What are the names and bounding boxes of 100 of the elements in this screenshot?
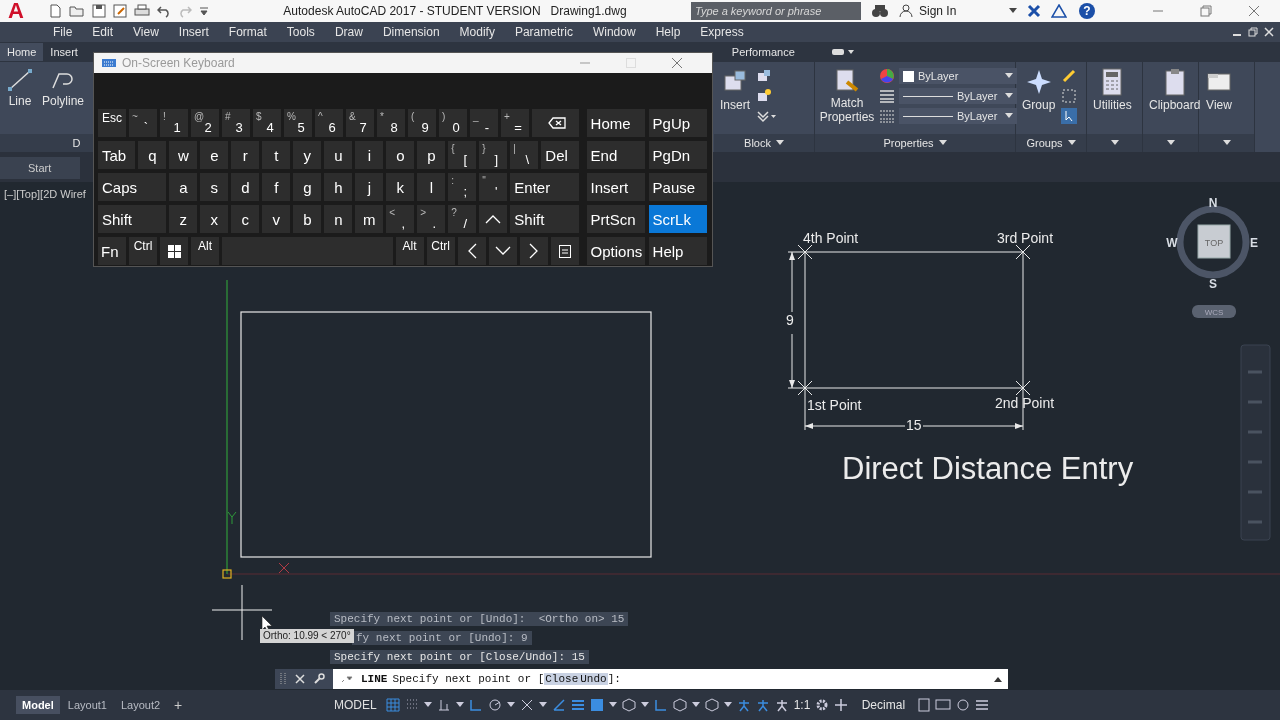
figure-icon[interactable] — [774, 698, 789, 712]
caret-icon[interactable] — [608, 702, 617, 708]
keyboard-key[interactable]: ScrLk — [648, 205, 707, 233]
keyboard-key[interactable]: z — [169, 205, 198, 233]
keyboard-key[interactable]: b — [293, 205, 322, 233]
keyboard-key[interactable]: g — [293, 173, 322, 201]
viewcube-ring[interactable] — [1176, 205, 1250, 279]
crossed-lines-icon[interactable] — [519, 698, 534, 712]
command-option[interactable]: Undo — [579, 673, 608, 685]
keyboard-key[interactable]: m — [355, 205, 384, 233]
property-dropdown[interactable]: ByLayer — [899, 108, 1017, 124]
folder-icon[interactable] — [69, 4, 85, 18]
menu-item[interactable]: Dimension — [373, 25, 451, 39]
snap-icon[interactable] — [436, 698, 451, 712]
keyboard-key[interactable]: Insert — [586, 173, 645, 201]
units-dropdown[interactable]: Decimal — [853, 698, 914, 712]
keyboard-key[interactable]: y — [293, 141, 322, 169]
keyboard-key[interactable]: a — [169, 173, 198, 201]
dashed-lines-icon[interactable] — [879, 108, 895, 124]
keyboard-key[interactable]: Home — [586, 109, 645, 137]
file-tab[interactable]: Start — [0, 157, 80, 179]
dot-grid-icon[interactable] — [404, 698, 419, 712]
circle-icon[interactable] — [956, 698, 971, 712]
ribbon-button[interactable]: View — [1203, 68, 1235, 112]
menu-item[interactable]: Parametric — [505, 25, 584, 39]
keyboard-key[interactable]: Tab — [98, 141, 136, 169]
close-icon[interactable] — [672, 58, 682, 68]
menu-item[interactable]: Tools — [277, 25, 326, 39]
keyboard-key[interactable]: w — [169, 141, 198, 169]
caret-icon[interactable] — [691, 702, 700, 708]
undo-icon[interactable] — [157, 4, 171, 18]
save-as-icon[interactable] — [113, 4, 127, 18]
plus-icon[interactable] — [834, 698, 849, 712]
keyboard-key[interactable]: j — [355, 173, 384, 201]
keyboard-key[interactable]: ^ 6 — [315, 109, 343, 137]
ribbon-tab[interactable]: Performance — [724, 44, 802, 60]
slanted-line-icon[interactable] — [551, 698, 566, 712]
lines-icon[interactable] — [570, 698, 585, 712]
keyboard-key[interactable]: End — [586, 141, 645, 169]
keyboard-key[interactable]: Fn — [98, 237, 126, 265]
menu-item[interactable]: File — [44, 25, 84, 39]
keyboard-key[interactable]: i — [355, 141, 384, 169]
keyboard-key[interactable]: Options — [586, 237, 645, 265]
keyboard-key[interactable]: PgUp — [648, 109, 707, 137]
help-button[interactable]: ? — [1079, 3, 1095, 19]
keyboard-key[interactable]: u — [324, 141, 353, 169]
wrench-icon[interactable] — [313, 673, 325, 685]
triangle-icon[interactable] — [1051, 4, 1067, 18]
keyboard-key[interactable]: l — [417, 173, 446, 201]
insert-button[interactable]: Insert — [718, 68, 752, 112]
match-properties-button[interactable]: Match Properties — [819, 68, 875, 124]
menu-item[interactable]: Window — [583, 25, 647, 39]
keyboard-key[interactable]: v — [262, 205, 291, 233]
keyboard-key[interactable] — [160, 237, 188, 265]
close-icon[interactable] — [1248, 5, 1260, 17]
keyboard-key[interactable]: Pause — [648, 173, 707, 201]
keyboard-key[interactable]: < , — [386, 205, 415, 233]
menu-item[interactable]: Edit — [83, 25, 125, 39]
restore-icon[interactable] — [1200, 5, 1212, 17]
keyboard-key[interactable]: PrtScn — [586, 205, 645, 233]
keyboard-key[interactable]: q — [138, 141, 167, 169]
menu-item[interactable]: Draw — [325, 25, 374, 39]
property-dropdown[interactable]: ByLayer — [899, 68, 1017, 84]
monitor-icon[interactable] — [935, 698, 952, 712]
property-dropdown[interactable]: ByLayer — [899, 88, 1017, 104]
add-layout-button[interactable]: + — [168, 697, 189, 713]
ribbon-tab[interactable]: Home — [0, 43, 44, 61]
hatch-icon[interactable] — [589, 698, 604, 712]
keyboard-key[interactable]: _ - — [470, 109, 498, 137]
keyboard-key[interactable]: Esc — [98, 109, 126, 137]
calculator-icon[interactable] — [918, 698, 931, 712]
restore-icon[interactable] — [1248, 27, 1258, 37]
keyboard-key[interactable]: e — [200, 141, 229, 169]
menu-item[interactable]: View — [124, 25, 170, 39]
group-button[interactable]: Group — [1020, 68, 1058, 112]
keyboard-key[interactable]: ? / — [448, 205, 477, 233]
annotation-scale[interactable]: 1:1 — [793, 698, 811, 712]
keyboard-key[interactable]: h — [324, 173, 353, 201]
sign-in-link[interactable]: Sign In — [919, 4, 999, 18]
cursor-icon[interactable] — [1061, 108, 1078, 124]
keyboard-key[interactable]: n — [324, 205, 353, 233]
panel-title[interactable]: Block — [714, 134, 814, 152]
menu-icon[interactable] — [975, 698, 990, 712]
keyboard-key[interactable]: x — [200, 205, 229, 233]
command-option[interactable]: Close — [544, 673, 580, 685]
polyline-button[interactable]: Polyline — [40, 68, 87, 108]
layout-tab[interactable]: Layout2 — [114, 696, 167, 714]
panel-title[interactable]: Groups — [1016, 134, 1086, 152]
toggle-icon[interactable] — [831, 48, 854, 56]
app-logo[interactable]: A — [0, 0, 32, 22]
keyboard-key[interactable]: Alt — [395, 237, 424, 265]
caret-icon[interactable] — [723, 702, 732, 708]
keyboard-key[interactable]: { [ — [448, 141, 477, 169]
keyboard-key[interactable]: Shift — [98, 205, 167, 233]
menu-item[interactable]: Modify — [450, 25, 506, 39]
caret-icon[interactable] — [1222, 140, 1231, 146]
keyboard-key[interactable]: ( 9 — [408, 109, 436, 137]
keyboard-key[interactable]: f — [262, 173, 291, 201]
cube-icon[interactable] — [621, 698, 636, 712]
binoculars-icon[interactable] — [871, 4, 889, 18]
